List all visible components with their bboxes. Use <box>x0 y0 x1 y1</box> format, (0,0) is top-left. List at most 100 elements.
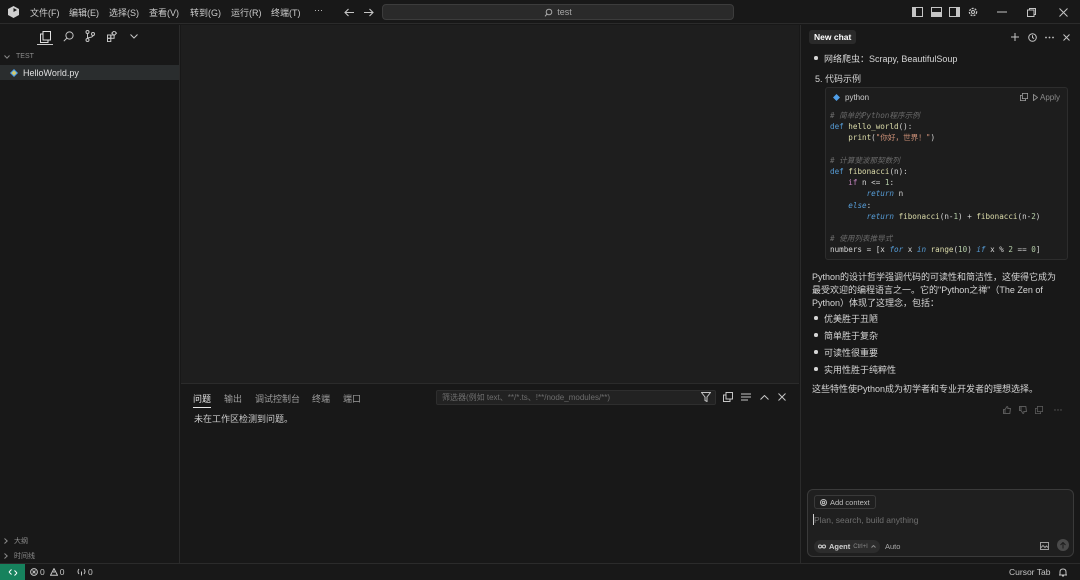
toggle-panel-icon[interactable] <box>930 5 943 18</box>
chat-paragraph-line1: Python的设计哲学强调代码的可读性和简洁性，这使得它成为 <box>812 272 1057 282</box>
extensions-icon[interactable] <box>105 29 119 43</box>
editor-area[interactable] <box>181 25 799 383</box>
timeline-section-header[interactable]: 时间线 <box>4 551 35 561</box>
problems-status[interactable]: 0 0 <box>30 567 64 577</box>
file-item-helloworld[interactable]: HelloWorld.py <box>0 65 179 80</box>
remote-indicator[interactable] <box>0 564 25 580</box>
chat-bullet-3: 可读性很重要 <box>824 348 879 358</box>
menu-run[interactable]: 运行(R) <box>231 6 262 19</box>
agent-mode-selector[interactable]: Agent Ctrl+I <box>814 540 880 553</box>
forward-icon[interactable] <box>361 5 375 19</box>
history-icon[interactable] <box>1026 31 1038 43</box>
thumbs-up-icon[interactable] <box>1002 405 1012 415</box>
menu-goto[interactable]: 转到(G) <box>190 6 221 19</box>
maximize-panel-icon[interactable] <box>758 391 770 403</box>
apply-button[interactable]: Apply <box>1033 93 1060 102</box>
menu-edit[interactable]: 编辑(E) <box>69 6 99 19</box>
error-count: 0 <box>40 567 45 577</box>
minimize-icon[interactable] <box>995 5 1009 19</box>
search-view-icon[interactable] <box>61 29 75 43</box>
copy-icon[interactable] <box>722 391 734 403</box>
ports-status[interactable]: 0 <box>77 567 93 577</box>
explorer-icon[interactable] <box>37 29 53 45</box>
cursor-tab-status[interactable]: Cursor Tab <box>1009 567 1050 577</box>
add-context-button[interactable]: Add context <box>814 495 876 509</box>
error-icon <box>30 568 38 576</box>
code-block-header: python <box>833 93 869 102</box>
problems-filter-input[interactable]: 筛选器(例如 text、**/*.ts、!**/node_modules/**) <box>436 390 716 405</box>
timeline-label: 时间线 <box>14 553 35 560</box>
agent-shortcut: Ctrl+I <box>853 543 868 550</box>
back-icon[interactable] <box>342 5 356 19</box>
warning-icon <box>49 568 58 576</box>
toggle-primary-sidebar-icon[interactable] <box>911 5 924 18</box>
close-window-icon[interactable] <box>1056 5 1070 19</box>
arrow-up-icon <box>1060 541 1066 548</box>
chat-bullet-4: 实用性胜于纯粹性 <box>824 365 897 375</box>
model-selector[interactable]: Auto <box>885 542 900 551</box>
menu-view[interactable]: 查看(V) <box>149 6 179 19</box>
more-menu-icon[interactable]: ··· <box>314 5 323 15</box>
tab-problems[interactable]: 问题 <box>193 392 212 408</box>
chevron-up-icon <box>870 545 876 548</box>
plus-icon[interactable] <box>1009 31 1021 43</box>
code-language: python <box>845 93 870 102</box>
python-icon <box>833 94 840 101</box>
code-content: # 简单的Python程序示例 def hello_world(): print… <box>830 111 1041 255</box>
tab-terminal[interactable]: 终端 <box>312 392 330 405</box>
copy-code-icon[interactable] <box>1019 92 1029 102</box>
chat-bullet-2: 简单胜于复杂 <box>824 331 879 341</box>
chat-composer: Add context Plan, search, build anything… <box>807 489 1074 557</box>
settings-gear-icon[interactable] <box>966 5 979 18</box>
tab-output[interactable]: 输出 <box>224 392 242 405</box>
search-text: test <box>557 7 572 17</box>
explorer-section-header[interactable]: TEST <box>4 53 34 60</box>
chat-input[interactable]: Plan, search, build anything <box>814 515 918 525</box>
explorer-sidebar: TEST HelloWorld.py 大纲 时间线 <box>0 25 180 563</box>
outline-section-header[interactable]: 大纲 <box>4 536 28 546</box>
thumbs-down-icon[interactable] <box>1018 405 1028 415</box>
tab-ports[interactable]: 端口 <box>343 392 361 405</box>
more-options-icon[interactable] <box>1043 31 1055 43</box>
bell-icon[interactable] <box>1058 567 1068 577</box>
source-control-icon[interactable] <box>83 29 97 43</box>
bullet-dot <box>814 350 818 354</box>
chevron-right-icon <box>4 538 8 544</box>
send-button[interactable] <box>1057 539 1069 551</box>
tab-new-chat[interactable]: New chat <box>809 30 857 44</box>
copy-message-icon[interactable] <box>1034 405 1044 415</box>
infinity-icon <box>818 544 826 549</box>
menu-selection[interactable]: 选择(S) <box>109 6 139 19</box>
close-chat-icon[interactable] <box>1060 31 1072 43</box>
chat-conclusion: 这些特性使Python成为初学者和专业开发者的理想选择。 <box>812 384 1039 394</box>
chat-numbered-item: 5. 代码示例 <box>815 74 862 84</box>
close-panel-icon[interactable] <box>776 391 788 403</box>
image-icon[interactable] <box>1039 540 1050 551</box>
cursor-logo-icon[interactable] <box>6 5 20 19</box>
chat-paragraph-line2: 最受欢迎的编程语言之一。它的"Python之禅"（The Zen of <box>812 285 1043 295</box>
command-center-search[interactable]: test <box>382 4 734 20</box>
file-name: HelloWorld.py <box>23 67 79 78</box>
code-block: python Apply # 简单的Python程序示例 def hello_w… <box>825 87 1068 260</box>
remote-icon <box>8 568 17 576</box>
warning-count: 0 <box>59 567 65 577</box>
title-bar: 文件(F) 编辑(E) 选择(S) 查看(V) 转到(G) 运行(R) 终端(T… <box>0 0 1080 24</box>
search-icon <box>544 8 553 17</box>
list-view-icon[interactable] <box>740 391 752 403</box>
toggle-secondary-sidebar-icon[interactable] <box>948 5 961 18</box>
chat-bullet-crawler: 网络爬虫：Scrapy, BeautifulSoup <box>824 54 958 64</box>
chevron-down-icon[interactable] <box>128 30 140 42</box>
chevron-down-icon <box>4 54 10 59</box>
menu-terminal[interactable]: 终端(T) <box>271 6 301 19</box>
chat-paragraph-line3: Python）体现了这理念，包括： <box>812 298 940 308</box>
message-more-icon[interactable] <box>1053 405 1063 415</box>
filter-icon[interactable] <box>700 391 712 403</box>
bullet-dot <box>814 333 818 337</box>
tab-debug-console[interactable]: 调试控制台 <box>255 392 300 405</box>
outline-label: 大纲 <box>14 538 28 545</box>
play-icon <box>1033 94 1038 101</box>
bullet-dot <box>814 367 818 371</box>
python-file-icon <box>10 68 18 77</box>
menu-file[interactable]: 文件(F) <box>30 6 60 19</box>
restore-icon[interactable] <box>1024 5 1038 19</box>
